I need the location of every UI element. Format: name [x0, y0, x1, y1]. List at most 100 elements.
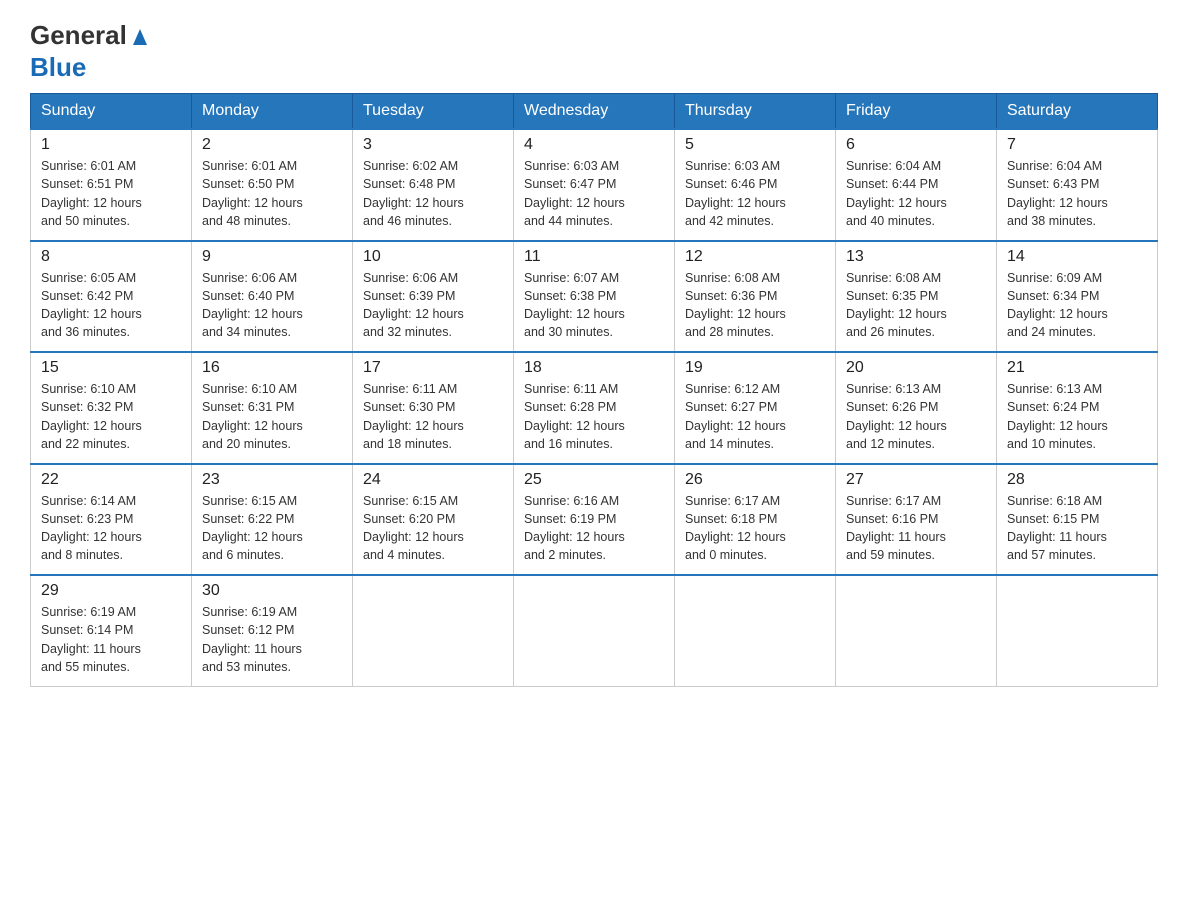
calendar-cell: 24 Sunrise: 6:15 AMSunset: 6:20 PMDayligh… [353, 464, 514, 576]
calendar-table: SundayMondayTuesdayWednesdayThursdayFrid… [30, 93, 1158, 687]
day-info: Sunrise: 6:03 AMSunset: 6:47 PMDaylight:… [524, 157, 664, 230]
day-info: Sunrise: 6:17 AMSunset: 6:16 PMDaylight:… [846, 492, 986, 565]
calendar-cell: 14Sunrise: 6:09 AMSunset: 6:34 PMDayligh… [997, 241, 1158, 353]
day-info: Sunrise: 6:11 AMSunset: 6:30 PMDaylight:… [363, 380, 503, 453]
calendar-cell: 8 Sunrise: 6:05 AMSunset: 6:42 PMDaylight… [31, 241, 192, 353]
calendar-cell: 3Sunrise: 6:02 AMSunset: 6:48 PMDaylight… [353, 129, 514, 241]
calendar-cell: 5 Sunrise: 6:03 AMSunset: 6:46 PMDaylight… [675, 129, 836, 241]
day-info: Sunrise: 6:08 AMSunset: 6:36 PMDaylight:… [685, 269, 825, 342]
calendar-cell: 1 Sunrise: 6:01 AMSunset: 6:51 PMDaylight… [31, 129, 192, 241]
day-info: Sunrise: 6:17 AMSunset: 6:18 PMDaylight:… [685, 492, 825, 565]
week-row-3: 15Sunrise: 6:10 AMSunset: 6:32 PMDayligh… [31, 352, 1158, 464]
calendar-cell: 29 Sunrise: 6:19 AMSunset: 6:14 PMDayligh… [31, 575, 192, 686]
days-header-row: SundayMondayTuesdayWednesdayThursdayFrid… [31, 94, 1158, 130]
calendar-cell: 19 Sunrise: 6:12 AMSunset: 6:27 PMDayligh… [675, 352, 836, 464]
calendar-cell: 21 Sunrise: 6:13 AMSunset: 6:24 PMDayligh… [997, 352, 1158, 464]
calendar-cell: 16 Sunrise: 6:10 AMSunset: 6:31 PMDayligh… [192, 352, 353, 464]
day-number: 27 [846, 471, 986, 489]
day-number: 3 [363, 136, 503, 154]
week-row-4: 22 Sunrise: 6:14 AMSunset: 6:23 PMDayligh… [31, 464, 1158, 576]
day-number: 4 [524, 136, 664, 154]
calendar-cell: 22 Sunrise: 6:14 AMSunset: 6:23 PMDayligh… [31, 464, 192, 576]
header-wednesday: Wednesday [514, 94, 675, 130]
page-header: General Blue [30, 20, 1158, 83]
day-number: 1 [41, 136, 181, 154]
day-number: 11 [524, 248, 664, 266]
calendar-cell: 28 Sunrise: 6:18 AMSunset: 6:15 PMDayligh… [997, 464, 1158, 576]
calendar-cell: 17 Sunrise: 6:11 AMSunset: 6:30 PMDayligh… [353, 352, 514, 464]
logo: General Blue [30, 20, 151, 83]
calendar-cell: 11 Sunrise: 6:07 AMSunset: 6:38 PMDayligh… [514, 241, 675, 353]
day-info: Sunrise: 6:04 AMSunset: 6:43 PMDaylight:… [1007, 157, 1147, 230]
day-number: 6 [846, 136, 986, 154]
day-info: Sunrise: 6:12 AMSunset: 6:27 PMDaylight:… [685, 380, 825, 453]
calendar-cell [353, 575, 514, 686]
calendar-cell [675, 575, 836, 686]
day-number: 29 [41, 582, 181, 600]
logo-triangle-icon [129, 27, 151, 52]
day-number: 20 [846, 359, 986, 377]
header-friday: Friday [836, 94, 997, 130]
day-number: 13 [846, 248, 986, 266]
calendar-cell: 30Sunrise: 6:19 AMSunset: 6:12 PMDayligh… [192, 575, 353, 686]
day-number: 23 [202, 471, 342, 489]
day-info: Sunrise: 6:16 AMSunset: 6:19 PMDaylight:… [524, 492, 664, 565]
header-sunday: Sunday [31, 94, 192, 130]
day-info: Sunrise: 6:18 AMSunset: 6:15 PMDaylight:… [1007, 492, 1147, 565]
header-monday: Monday [192, 94, 353, 130]
logo-graphic: General Blue [30, 20, 151, 83]
header-thursday: Thursday [675, 94, 836, 130]
calendar-cell: 23 Sunrise: 6:15 AMSunset: 6:22 PMDayligh… [192, 464, 353, 576]
day-number: 7 [1007, 136, 1147, 154]
calendar-cell: 12 Sunrise: 6:08 AMSunset: 6:36 PMDayligh… [675, 241, 836, 353]
day-number: 18 [524, 359, 664, 377]
day-info: Sunrise: 6:10 AMSunset: 6:32 PMDaylight:… [41, 380, 181, 453]
logo-area: General Blue [30, 20, 151, 83]
day-info: Sunrise: 6:19 AMSunset: 6:14 PMDaylight:… [41, 603, 181, 676]
day-info: Sunrise: 6:13 AMSunset: 6:24 PMDaylight:… [1007, 380, 1147, 453]
day-number: 28 [1007, 471, 1147, 489]
day-info: Sunrise: 6:03 AMSunset: 6:46 PMDaylight:… [685, 157, 825, 230]
calendar-cell: 20Sunrise: 6:13 AMSunset: 6:26 PMDayligh… [836, 352, 997, 464]
header-tuesday: Tuesday [353, 94, 514, 130]
day-info: Sunrise: 6:06 AMSunset: 6:40 PMDaylight:… [202, 269, 342, 342]
calendar-cell [514, 575, 675, 686]
calendar-cell [836, 575, 997, 686]
day-info: Sunrise: 6:04 AMSunset: 6:44 PMDaylight:… [846, 157, 986, 230]
calendar-cell: 27 Sunrise: 6:17 AMSunset: 6:16 PMDayligh… [836, 464, 997, 576]
week-row-1: 1 Sunrise: 6:01 AMSunset: 6:51 PMDaylight… [31, 129, 1158, 241]
day-info: Sunrise: 6:09 AMSunset: 6:34 PMDaylight:… [1007, 269, 1147, 342]
logo-blue-text: Blue [30, 52, 86, 82]
calendar-cell: 18 Sunrise: 6:11 AMSunset: 6:28 PMDayligh… [514, 352, 675, 464]
day-number: 21 [1007, 359, 1147, 377]
day-info: Sunrise: 6:01 AMSunset: 6:51 PMDaylight:… [41, 157, 181, 230]
day-info: Sunrise: 6:08 AMSunset: 6:35 PMDaylight:… [846, 269, 986, 342]
calendar-cell: 9 Sunrise: 6:06 AMSunset: 6:40 PMDaylight… [192, 241, 353, 353]
calendar-cell: 15Sunrise: 6:10 AMSunset: 6:32 PMDayligh… [31, 352, 192, 464]
day-info: Sunrise: 6:07 AMSunset: 6:38 PMDaylight:… [524, 269, 664, 342]
day-info: Sunrise: 6:06 AMSunset: 6:39 PMDaylight:… [363, 269, 503, 342]
calendar-cell: 13 Sunrise: 6:08 AMSunset: 6:35 PMDayligh… [836, 241, 997, 353]
day-number: 24 [363, 471, 503, 489]
calendar-cell: 10 Sunrise: 6:06 AMSunset: 6:39 PMDayligh… [353, 241, 514, 353]
day-number: 5 [685, 136, 825, 154]
calendar-cell: 4 Sunrise: 6:03 AMSunset: 6:47 PMDaylight… [514, 129, 675, 241]
day-info: Sunrise: 6:15 AMSunset: 6:20 PMDaylight:… [363, 492, 503, 565]
day-number: 10 [363, 248, 503, 266]
day-number: 2 [202, 136, 342, 154]
day-number: 8 [41, 248, 181, 266]
day-info: Sunrise: 6:15 AMSunset: 6:22 PMDaylight:… [202, 492, 342, 565]
day-number: 12 [685, 248, 825, 266]
calendar-cell: 26Sunrise: 6:17 AMSunset: 6:18 PMDayligh… [675, 464, 836, 576]
day-number: 22 [41, 471, 181, 489]
day-info: Sunrise: 6:11 AMSunset: 6:28 PMDaylight:… [524, 380, 664, 453]
day-number: 9 [202, 248, 342, 266]
header-saturday: Saturday [997, 94, 1158, 130]
day-number: 19 [685, 359, 825, 377]
day-info: Sunrise: 6:14 AMSunset: 6:23 PMDaylight:… [41, 492, 181, 565]
day-info: Sunrise: 6:05 AMSunset: 6:42 PMDaylight:… [41, 269, 181, 342]
day-number: 17 [363, 359, 503, 377]
logo-general-text: General [30, 20, 127, 50]
day-info: Sunrise: 6:10 AMSunset: 6:31 PMDaylight:… [202, 380, 342, 453]
day-number: 16 [202, 359, 342, 377]
